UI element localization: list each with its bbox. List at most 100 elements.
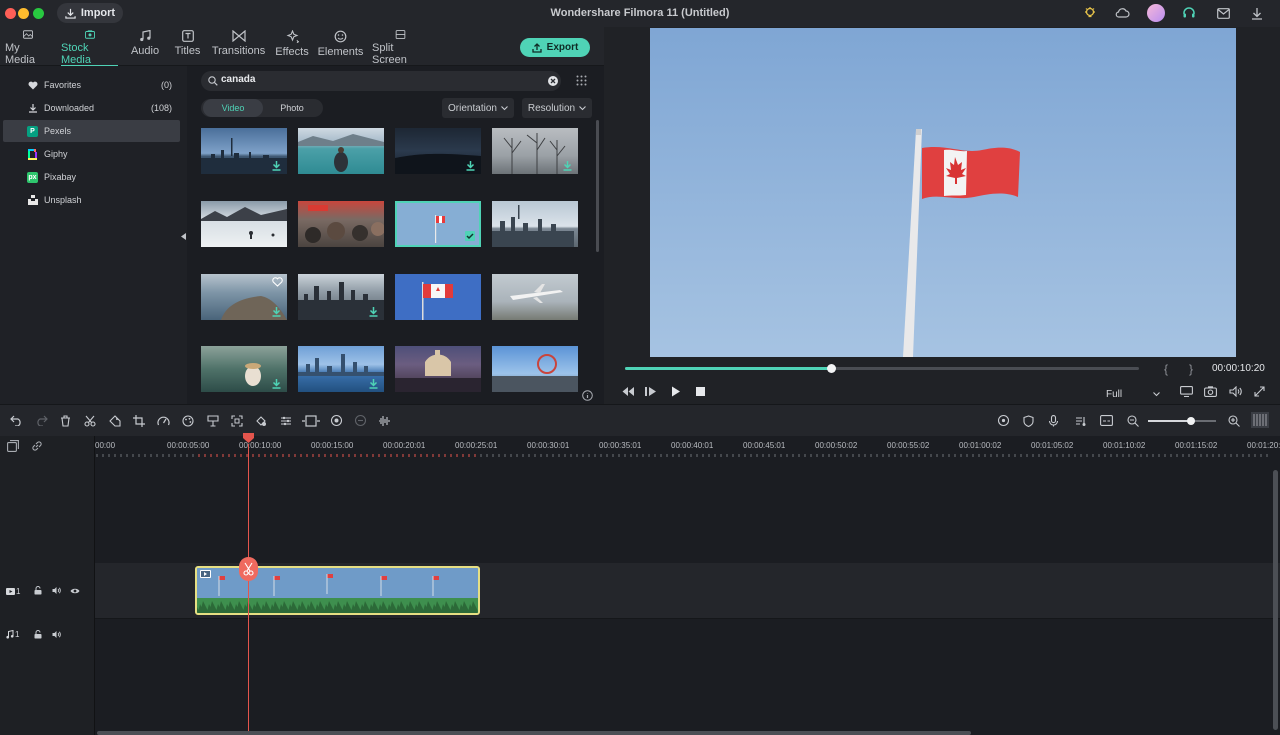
mark-in-icon[interactable]: { xyxy=(1164,362,1168,376)
step-back-icon[interactable] xyxy=(622,386,634,400)
import-button[interactable]: Import xyxy=(57,3,123,23)
redo-icon[interactable] xyxy=(34,413,49,428)
cut-scissors-icon[interactable] xyxy=(82,413,97,428)
timeline-ruler[interactable]: 00:00 00:00:05:00 00:00:10:00 00:00:15:00 00… xyxy=(95,436,1280,462)
stop-icon[interactable] xyxy=(696,387,705,399)
mail-icon[interactable] xyxy=(1215,5,1231,21)
download-icon[interactable] xyxy=(272,161,281,171)
color-palette-icon[interactable] xyxy=(180,413,195,428)
clear-search-icon[interactable] xyxy=(548,76,558,86)
marker-shield-icon[interactable] xyxy=(1021,413,1036,428)
photo-type-button[interactable]: Photo xyxy=(263,99,321,117)
cloud-icon[interactable] xyxy=(1114,5,1130,21)
collapse-sidebar-icon[interactable] xyxy=(181,231,186,243)
download-icon[interactable] xyxy=(272,379,281,389)
timeline-vertical-scrollbar[interactable] xyxy=(1273,470,1278,730)
sidebar-item-unsplash[interactable]: Unsplash xyxy=(3,189,180,211)
download-icon[interactable] xyxy=(1249,5,1265,21)
timeline-layout-icon[interactable] xyxy=(1251,412,1269,428)
keyframe-icon[interactable] xyxy=(253,413,268,428)
export-button[interactable]: Export xyxy=(520,38,590,57)
favorite-heart-icon[interactable] xyxy=(272,277,283,287)
track-volume-icon[interactable] xyxy=(52,586,61,598)
stock-thumbnail[interactable] xyxy=(395,128,481,174)
stock-thumbnail[interactable] xyxy=(492,274,578,320)
stock-thumbnail[interactable] xyxy=(201,274,287,320)
avatar[interactable] xyxy=(1147,4,1165,22)
video-type-button[interactable]: Video xyxy=(203,99,263,117)
zoom-out-icon[interactable] xyxy=(1125,413,1140,428)
video-clip[interactable] xyxy=(195,566,480,615)
tab-effects[interactable]: Effects xyxy=(275,30,309,66)
search-input[interactable] xyxy=(221,74,521,85)
volume-icon[interactable] xyxy=(1229,385,1242,400)
audio-mixer-icon[interactable] xyxy=(1073,413,1088,428)
stock-thumbnail[interactable] xyxy=(492,201,578,247)
sidebar-item-downloaded[interactable]: Downloaded (108) xyxy=(3,97,180,119)
subtitle-icon[interactable] xyxy=(1099,413,1114,428)
stock-thumbnail[interactable] xyxy=(201,201,287,247)
stabilization-icon[interactable] xyxy=(353,413,368,428)
add-track-icon[interactable] xyxy=(7,440,19,455)
fit-frame-icon[interactable] xyxy=(229,413,244,428)
eye-icon[interactable] xyxy=(70,586,80,598)
video-preview[interactable] xyxy=(650,28,1236,357)
tab-my-media[interactable]: My Media xyxy=(5,30,51,66)
preview-progress-bar[interactable] xyxy=(625,364,1139,373)
sidebar-item-pixabay[interactable]: px Pixabay xyxy=(3,166,180,188)
play-icon[interactable] xyxy=(671,386,681,400)
tab-elements[interactable]: Elements xyxy=(318,30,363,66)
snapshot-camera-icon[interactable] xyxy=(1204,386,1217,400)
stock-thumbnail[interactable] xyxy=(395,274,481,320)
split-marker-scissors-icon[interactable] xyxy=(239,557,258,581)
audio-waveform-icon[interactable] xyxy=(377,413,392,428)
download-icon[interactable] xyxy=(466,161,475,171)
info-icon[interactable] xyxy=(582,390,593,404)
minimize-window-button[interactable] xyxy=(18,8,29,19)
display-icon[interactable] xyxy=(1180,386,1193,400)
stock-thumbnail-selected[interactable] xyxy=(395,201,481,247)
lock-icon[interactable] xyxy=(34,586,42,598)
microphone-icon[interactable] xyxy=(1046,413,1061,428)
download-icon[interactable] xyxy=(369,379,378,389)
zoom-slider[interactable] xyxy=(1148,417,1216,425)
undo-icon[interactable] xyxy=(9,413,24,428)
resolution-dropdown[interactable]: Resolution xyxy=(522,98,592,118)
tag-icon[interactable] xyxy=(107,413,122,428)
speed-icon[interactable] xyxy=(156,413,171,428)
delete-icon[interactable] xyxy=(58,413,73,428)
lightbulb-icon[interactable] xyxy=(1082,5,1098,21)
download-icon[interactable] xyxy=(272,307,281,317)
fullscreen-icon[interactable] xyxy=(1254,386,1265,400)
sidebar-item-pexels[interactable]: P Pexels xyxy=(3,120,180,142)
tab-transitions[interactable]: Transitions xyxy=(212,30,265,66)
quality-dropdown[interactable]: Full xyxy=(1100,386,1166,402)
playhead-handle[interactable] xyxy=(243,433,254,443)
render-preview-icon[interactable] xyxy=(996,413,1011,428)
progress-handle[interactable] xyxy=(826,364,836,373)
headset-icon[interactable] xyxy=(1181,5,1197,21)
stock-thumbnail[interactable] xyxy=(298,274,384,320)
timeline-horizontal-scrollbar[interactable] xyxy=(97,731,971,735)
stock-thumbnail[interactable] xyxy=(201,128,287,174)
close-window-button[interactable] xyxy=(5,8,16,19)
grid-view-icon[interactable] xyxy=(576,75,587,89)
stock-thumbnail[interactable] xyxy=(298,128,384,174)
play-frame-icon[interactable] xyxy=(645,386,657,400)
track-volume-icon[interactable] xyxy=(52,630,61,642)
stock-thumbnail[interactable] xyxy=(492,128,578,174)
orientation-dropdown[interactable]: Orientation xyxy=(442,98,514,118)
download-icon[interactable] xyxy=(563,161,572,171)
mark-out-icon[interactable]: } xyxy=(1189,362,1193,376)
maximize-window-button[interactable] xyxy=(33,8,44,19)
lock-icon[interactable] xyxy=(34,630,42,642)
sidebar-item-giphy[interactable]: Giphy xyxy=(3,143,180,165)
crop-icon[interactable] xyxy=(131,413,146,428)
stock-thumbnail[interactable] xyxy=(298,346,384,392)
search-box[interactable] xyxy=(201,71,561,91)
stock-thumbnail[interactable] xyxy=(298,201,384,247)
sidebar-item-favorites[interactable]: Favorites (0) xyxy=(3,74,180,96)
motion-tracking-icon[interactable] xyxy=(329,413,344,428)
zoom-slider-handle[interactable] xyxy=(1187,417,1195,425)
stock-thumbnail[interactable] xyxy=(201,346,287,392)
